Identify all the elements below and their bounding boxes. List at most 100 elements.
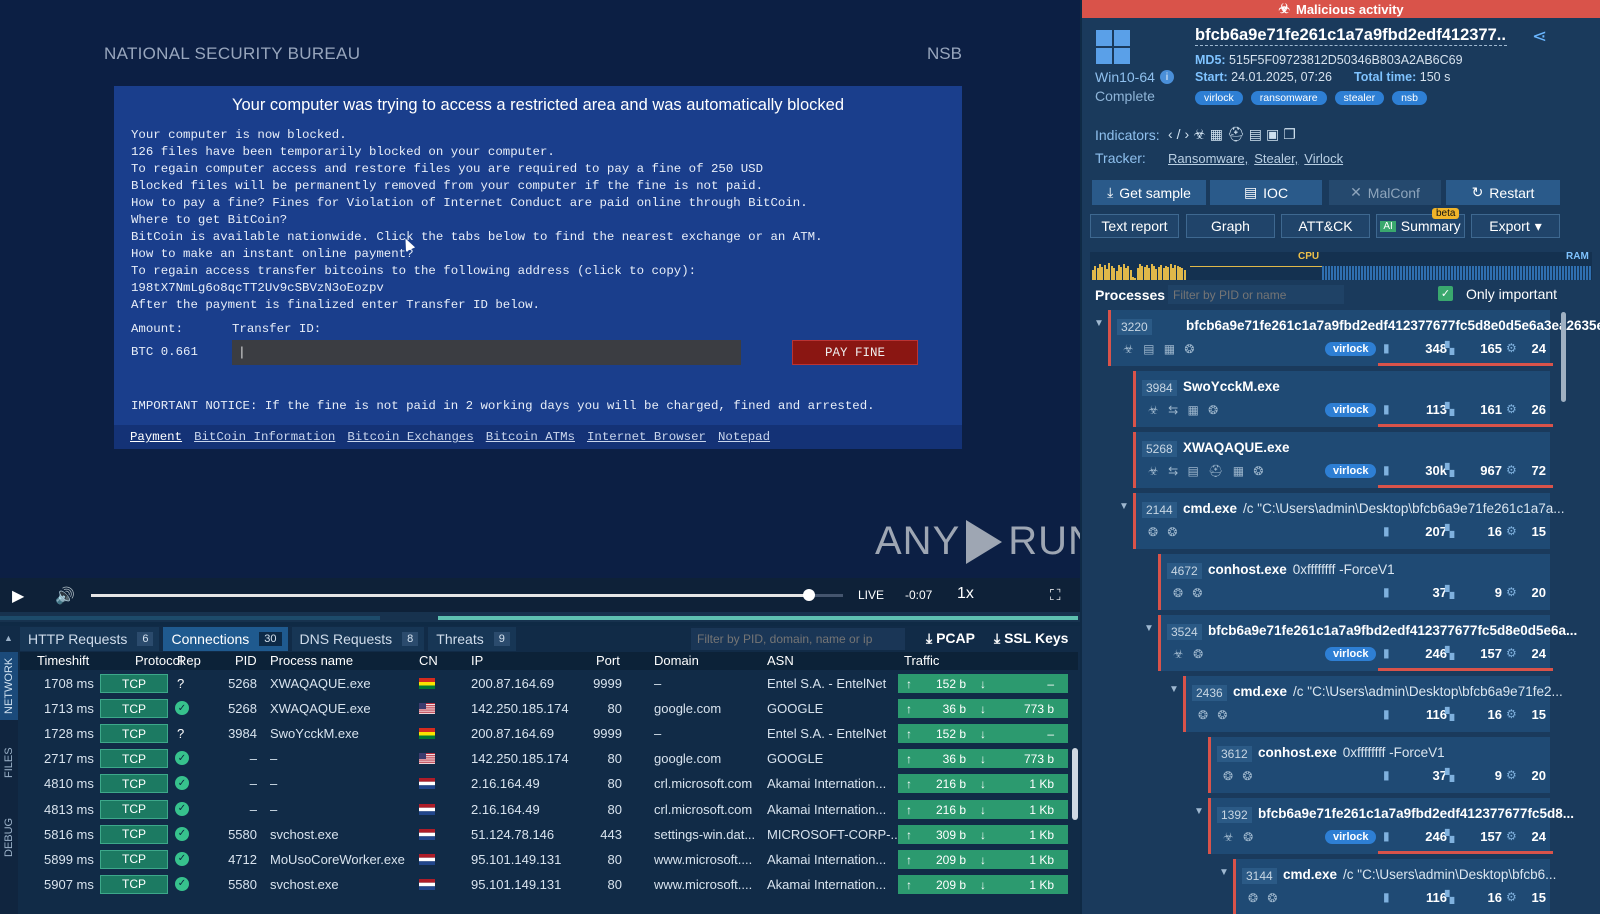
domain-cell[interactable]: – <box>654 726 661 741</box>
column-header[interactable]: PID <box>235 653 257 668</box>
domain-cell[interactable]: google.com <box>654 701 721 716</box>
seek-knob[interactable] <box>803 589 816 601</box>
only-important-checkbox[interactable]: ✓ <box>1438 286 1453 301</box>
table-row[interactable]: 2717 ms TCP ✓ – – 142.250.185.174 80 google.com… <box>20 746 1068 771</box>
expand-caret-icon[interactable]: ▼ <box>1194 806 1204 817</box>
column-header[interactable]: CN <box>419 653 438 668</box>
table-row[interactable]: 4810 ms TCP ✓ – – 2.16.164.49 80 crl.microsoft.… <box>20 771 1068 796</box>
process-name-cell[interactable]: – <box>270 776 277 791</box>
side-tab-files[interactable]: FILES <box>0 728 18 798</box>
table-row[interactable]: 5899 ms TCP ✓ 4712 MoUsoCoreWorker.exe 95.101… <box>20 847 1068 872</box>
ip-cell[interactable]: 142.250.185.174 <box>471 751 569 766</box>
ransom-tab[interactable]: BitCoin Information <box>194 430 335 444</box>
volume-icon[interactable]: 🔊 <box>55 586 75 606</box>
process-node[interactable]: 2144 cmd.exe/c "C:\Users\admin\Desktop\bf… <box>1133 493 1565 549</box>
process-name-cell[interactable]: svchost.exe <box>270 877 339 892</box>
side-tab-network[interactable]: NETWORK <box>0 652 18 720</box>
tab-connections[interactable]: Connections 30 <box>163 627 288 651</box>
ransom-tab[interactable]: Bitcoin Exchanges <box>347 430 473 444</box>
biohazard-icon[interactable]: ☣ <box>1193 126 1210 142</box>
info-icon[interactable]: i <box>1160 70 1174 84</box>
image-icon[interactable]: ▣ <box>1266 126 1283 142</box>
expand-caret-icon[interactable]: ▼ <box>1094 318 1104 329</box>
domain-cell[interactable]: settings-win.dat... <box>654 827 755 842</box>
tag-virlock[interactable]: virlock <box>1195 91 1243 105</box>
tag-stealer[interactable]: stealer <box>1334 91 1385 105</box>
table-row[interactable]: 5907 ms TCP ✓ 5580 svchost.exe 95.101.149.131… <box>20 872 1068 897</box>
column-header[interactable]: Protocol <box>135 653 183 668</box>
table-scrollbar[interactable] <box>1072 748 1078 820</box>
sample-hash[interactable]: bfcb6a9e71fe261c1a7a9fbd2edf412377... <box>1195 26 1507 46</box>
column-header[interactable]: Process name <box>270 653 353 668</box>
ip-cell[interactable]: 142.250.185.174 <box>471 701 569 716</box>
ip-cell[interactable]: 200.87.164.69 <box>471 726 554 741</box>
network-filter-input[interactable] <box>691 628 905 650</box>
process-tag[interactable]: virlock <box>1325 647 1377 661</box>
process-tag[interactable]: virlock <box>1325 403 1377 417</box>
column-header[interactable]: Domain <box>654 653 699 668</box>
ip-cell[interactable]: 2.16.164.49 <box>471 776 540 791</box>
ransom-tab[interactable]: Payment <box>130 430 182 444</box>
process-name-cell[interactable]: XWAQAQUE.exe <box>270 676 371 691</box>
speed-button[interactable]: 1x <box>957 585 974 603</box>
table-row[interactable]: 1728 ms TCP? 3984 SwoYcckM.exe 200.87.164.69… <box>20 721 1068 746</box>
column-header[interactable]: IP <box>471 653 483 668</box>
grid-icon[interactable]: ▦ <box>1210 126 1227 142</box>
process-node[interactable]: 3220 bfcb6a9e71fe261c1a7a9fbd2edf41237767… <box>1108 310 1600 366</box>
process-node[interactable]: 3144 cmd.exe/c "C:\Users\admin\Desktop\bf… <box>1233 859 1556 914</box>
column-header[interactable]: Port <box>596 653 620 668</box>
ip-cell[interactable]: 2.16.164.49 <box>471 802 540 817</box>
table-row[interactable]: 1708 ms TCP? 5268 XWAQAQUE.exe 200.87.164.69… <box>20 671 1068 696</box>
malconf-button[interactable]: ✕ MalConf <box>1329 180 1441 205</box>
ransom-tab[interactable]: Notepad <box>718 430 770 444</box>
process-node[interactable]: 2436 cmd.exe/c "C:\Users\admin\Desktop\bf… <box>1183 676 1563 732</box>
get-sample-button[interactable]: ⤓ Get sample <box>1092 180 1206 205</box>
process-name-cell[interactable]: – <box>270 802 277 817</box>
expand-caret-icon[interactable]: ▼ <box>1169 684 1179 695</box>
vm-screen[interactable]: NATIONAL SECURITY BUREAU NSB Your comput… <box>0 0 1080 578</box>
domain-cell[interactable]: www.microsoft.... <box>654 877 752 892</box>
expand-caret-icon[interactable]: ▼ <box>1144 623 1154 634</box>
code-icon[interactable]: ‹/› <box>1168 126 1193 142</box>
column-header[interactable]: Rep <box>177 653 201 668</box>
md5-value[interactable]: 515F5F09723812D50346B803A2AB6C69 <box>1229 53 1463 67</box>
process-tag[interactable]: virlock <box>1325 830 1377 844</box>
side-tab-debug[interactable]: DEBUG <box>0 802 18 872</box>
column-header[interactable]: ASN <box>767 653 794 668</box>
windows-icon[interactable]: ❐ <box>1283 126 1300 142</box>
process-tag[interactable]: virlock <box>1325 464 1377 478</box>
spy-icon[interactable]: ⛑ <box>1227 126 1249 142</box>
expand-caret-icon[interactable]: ▼ <box>1219 867 1229 878</box>
process-node[interactable]: 1392 bfcb6a9e71fe261c1a7a9fbd2edf41237767… <box>1208 798 1574 854</box>
domain-cell[interactable]: google.com <box>654 751 721 766</box>
tab-dns-requests[interactable]: DNS Requests 8 <box>291 627 425 651</box>
process-node[interactable]: 3524 bfcb6a9e71fe261c1a7a9fbd2edf41237767… <box>1158 615 1577 671</box>
tag-nsb[interactable]: nsb <box>1392 91 1427 105</box>
fullscreen-icon[interactable]: ⛶ <box>1050 587 1061 604</box>
ip-cell[interactable]: 51.124.78.146 <box>471 827 554 842</box>
pay-fine-button[interactable]: PAY FINE <box>792 340 918 365</box>
ip-cell[interactable]: 95.101.149.131 <box>471 852 561 867</box>
ssl-keys-button[interactable]: ⤓ SSL Keys <box>994 630 1068 647</box>
process-tag[interactable]: virlock <box>1325 342 1377 356</box>
tag-ransomware[interactable]: ransomware <box>1250 91 1327 105</box>
column-header[interactable]: Traffic <box>904 653 939 668</box>
document-icon[interactable]: ▤ <box>1249 126 1266 142</box>
table-row[interactable]: 1713 ms TCP ✓ 5268 XWAQAQUE.exe 142.250.185.1… <box>20 696 1068 721</box>
graph-button[interactable]: Graph <box>1186 214 1275 238</box>
attck-button[interactable]: ATT&CK <box>1281 214 1370 238</box>
column-header[interactable]: Timeshift <box>37 653 89 668</box>
process-filter-input[interactable] <box>1168 285 1344 304</box>
ioc-button[interactable]: ▤ IOC <box>1210 180 1322 205</box>
expand-caret-icon[interactable]: ▼ <box>1119 501 1129 512</box>
process-scrollbar[interactable] <box>1561 312 1566 402</box>
domain-cell[interactable]: – <box>654 676 661 691</box>
seek-track[interactable] <box>91 589 843 601</box>
process-name-cell[interactable]: – <box>270 751 277 766</box>
tab-http-requests[interactable]: HTTP Requests 6 <box>20 627 160 651</box>
process-node[interactable]: 5268 XWAQAQUE.exe ☣ ⇆ ▤ ⛑ ▦ ❂ virlock ▮ 30k ▚ 9… <box>1133 432 1553 488</box>
table-row[interactable]: 5816 ms TCP ✓ 5580 svchost.exe 51.124.78.146 4… <box>20 822 1068 847</box>
tracker-link[interactable]: Virlock <box>1304 151 1343 166</box>
tracker-link[interactable]: Stealer, <box>1254 151 1298 166</box>
ip-cell[interactable]: 95.101.149.131 <box>471 877 561 892</box>
